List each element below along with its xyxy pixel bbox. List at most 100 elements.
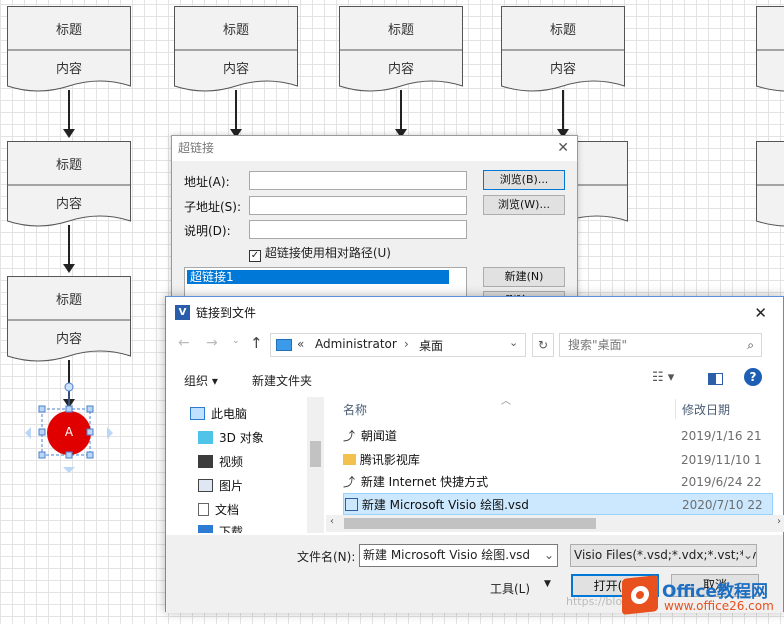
- address-bar[interactable]: « Administrator › 桌面 ⌄: [270, 333, 526, 357]
- watermark: https://blog... Office教程网 www.office26.c…: [566, 574, 784, 624]
- shape-title: 标题: [55, 158, 82, 173]
- shape-title: 标题: [549, 23, 576, 38]
- filename-value: 新建 Microsoft Visio 绘图.vsd: [363, 548, 531, 562]
- file-row-selected[interactable]: 新建 Microsoft Visio 绘图.vsd 2020/7/10 22: [343, 493, 773, 515]
- breadcrumb-item[interactable]: 桌面: [419, 337, 443, 354]
- flowchart-shape[interactable]: 标题 内容: [174, 6, 298, 94]
- new-button[interactable]: 新建(N): [483, 267, 565, 287]
- forward-arrow-icon[interactable]: →: [206, 335, 218, 351]
- tree-label: 视频: [219, 455, 244, 469]
- file-row[interactable]: [343, 417, 773, 425]
- search-input[interactable]: 搜索"桌面" ⌕: [559, 333, 762, 357]
- file-name: 腾讯影视库: [359, 453, 420, 467]
- link-to-file-dialog: V 链接到文件 ✕ ← → ⌄ ↑ « Administrator › 桌面 ⌄…: [165, 296, 784, 613]
- help-icon[interactable]: ?: [744, 368, 762, 386]
- shape-title: 标题: [55, 293, 82, 308]
- computer-icon: [190, 407, 205, 420]
- document-icon: [198, 503, 209, 516]
- browse-subaddress-button[interactable]: 浏览(W)...: [483, 195, 565, 215]
- tree-item-downloads[interactable]: 下载: [198, 523, 243, 533]
- address-field[interactable]: [249, 171, 467, 190]
- checkbox-icon: ✓: [249, 250, 261, 262]
- tree-label: 下载: [219, 525, 244, 533]
- tree-item-pictures[interactable]: 图片: [198, 475, 243, 497]
- dropdown-chevron-icon[interactable]: ⌄: [544, 545, 554, 566]
- description-field[interactable]: [249, 220, 467, 239]
- file-date: 2019/1/16 21: [681, 429, 762, 443]
- flowchart-shape[interactable]: 标题 内容: [339, 6, 463, 94]
- tree-item-this-pc[interactable]: 此电脑: [190, 403, 247, 425]
- connector-arrow[interactable]: [230, 90, 242, 138]
- navigation-pane: 此电脑 3D 对象 视频 图片 文档 下载: [166, 397, 324, 533]
- scroll-right-icon[interactable]: ›: [777, 516, 781, 527]
- download-icon: [198, 525, 213, 533]
- flowchart-shape[interactable]: [756, 141, 784, 229]
- shape-content: 内容: [55, 197, 82, 212]
- tree-scrollbar[interactable]: [307, 397, 324, 533]
- relative-path-checkbox[interactable]: ✓ 超链接使用相对路径(U): [249, 245, 391, 262]
- breadcrumb-overflow[interactable]: «: [297, 337, 304, 351]
- up-arrow-icon[interactable]: ↑: [250, 334, 263, 352]
- flowchart-shape[interactable]: 标题 内容: [7, 6, 131, 94]
- shape-title: 标题: [387, 23, 414, 38]
- tools-chevron-icon[interactable]: ▼: [544, 579, 551, 589]
- connector-arrow[interactable]: [63, 90, 75, 138]
- desktop-icon: [276, 339, 292, 351]
- folder-icon: [343, 454, 356, 465]
- search-icon: ⌕: [747, 338, 754, 352]
- view-options-icon[interactable]: ☷ ▾: [652, 370, 674, 385]
- search-placeholder: 搜索"桌面": [568, 338, 628, 352]
- refresh-icon[interactable]: ↻: [532, 333, 554, 357]
- subaddress-field[interactable]: [249, 196, 467, 215]
- file-row[interactable]: ⤴ 新建 Internet 快捷方式 2019/6/24 22: [343, 471, 773, 493]
- hyperlink-dialog: 超链接 ✕ 地址(A): 子地址(S): 说明(D): ✓ 超链接使用相对路径(…: [171, 135, 578, 311]
- tree-label: 此电脑: [211, 407, 248, 421]
- tree-item-3d-objects[interactable]: 3D 对象: [198, 427, 264, 449]
- browse-address-button[interactable]: 浏览(B)...: [483, 170, 565, 190]
- horizontal-scrollbar[interactable]: ‹ ›: [326, 515, 784, 532]
- relative-path-label: 超链接使用相对路径(U): [264, 246, 391, 260]
- file-date: 2019/11/10 1: [681, 453, 762, 467]
- selected-circle-shape[interactable]: A: [22, 381, 118, 477]
- site-url-text: www.office26.com: [664, 599, 774, 613]
- tree-item-video[interactable]: 视频: [198, 451, 243, 473]
- scroll-left-icon[interactable]: ‹: [330, 516, 334, 527]
- tools-menu[interactable]: 工具(L): [490, 580, 530, 597]
- close-icon[interactable]: ✕: [754, 304, 767, 322]
- video-icon: [198, 455, 213, 468]
- shape-content: 内容: [549, 62, 576, 77]
- shape-title: 标题: [55, 23, 82, 38]
- preview-pane-icon[interactable]: [708, 373, 723, 385]
- breadcrumb-item[interactable]: Administrator: [315, 337, 397, 351]
- connector-arrow[interactable]: [63, 225, 75, 273]
- file-row[interactable]: 腾讯影视库 2019/11/10 1: [343, 449, 773, 471]
- filetype-select[interactable]: Visio Files(*.vsd;*.vdx;*.vst;*.v ⌄: [570, 544, 757, 567]
- file-date: 2020/7/10 22: [682, 498, 763, 512]
- file-row[interactable]: ⤴ 朝闻道 2019/1/16 21: [343, 425, 773, 447]
- connector-arrow[interactable]: [557, 90, 569, 138]
- flowchart-shape[interactable]: 标题 内容: [7, 141, 131, 229]
- dropdown-chevron-icon: ⌄: [742, 545, 753, 566]
- shape-content: 内容: [55, 332, 82, 347]
- flowchart-shape[interactable]: [756, 6, 784, 94]
- back-arrow-icon[interactable]: ←: [178, 335, 190, 351]
- dropdown-chevron-icon[interactable]: ⌄: [509, 336, 518, 349]
- connector-arrow[interactable]: [395, 90, 407, 138]
- shape-content: 内容: [387, 62, 414, 77]
- file-date: 2019/6/24 22: [681, 475, 762, 489]
- navigation-bar: ← → ⌄ ↑ « Administrator › 桌面 ⌄ ↻ 搜索"桌面" …: [166, 330, 783, 360]
- scrollbar-thumb[interactable]: [344, 518, 596, 529]
- close-icon[interactable]: ✕: [557, 140, 569, 156]
- flowchart-shape[interactable]: 标题 内容: [501, 6, 625, 94]
- address-label: 地址(A):: [184, 175, 230, 189]
- list-item[interactable]: 超链接1: [187, 270, 449, 284]
- new-folder-button[interactable]: 新建文件夹: [252, 372, 312, 389]
- tree-label: 图片: [219, 479, 244, 493]
- flowchart-shape[interactable]: 标题 内容: [7, 276, 131, 364]
- filename-input[interactable]: 新建 Microsoft Visio 绘图.vsd ⌄: [359, 544, 558, 567]
- scrollbar-thumb[interactable]: [310, 441, 321, 467]
- organize-menu[interactable]: 组织 ▾: [184, 372, 218, 389]
- dialog-title: 超链接: [172, 136, 577, 161]
- recent-chevron-icon[interactable]: ⌄: [232, 336, 240, 346]
- tree-item-documents[interactable]: 文档: [198, 499, 239, 521]
